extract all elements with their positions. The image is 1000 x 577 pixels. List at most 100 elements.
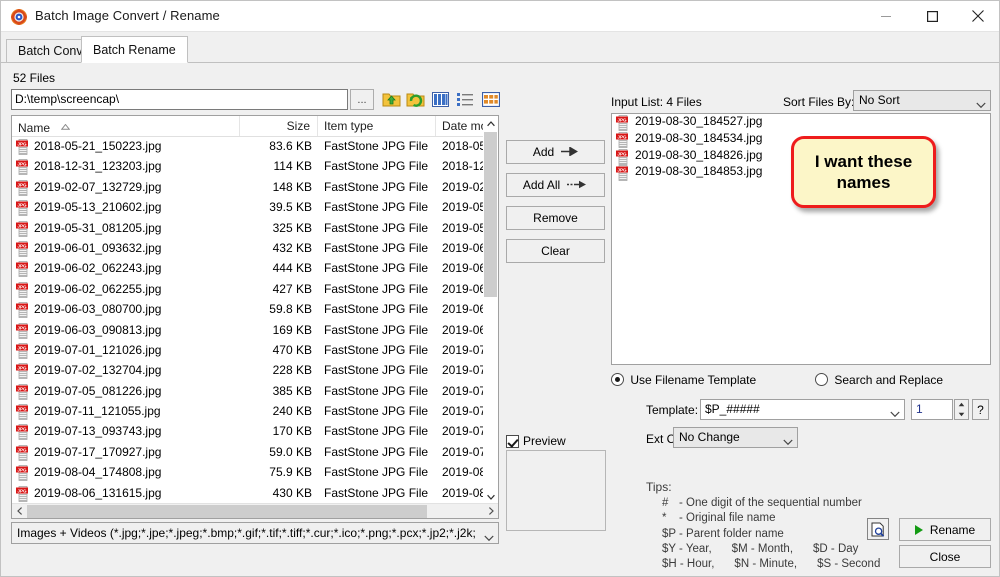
table-row[interactable]: JPG 2019-06-02_062243.jpg 444 KB FastStone … bbox=[12, 259, 498, 279]
svg-text:JPG: JPG bbox=[17, 345, 27, 350]
files-count-label: 52 Files bbox=[13, 71, 56, 85]
preview-checkbox[interactable]: Preview bbox=[506, 434, 566, 448]
jpg-file-icon: JPG bbox=[616, 115, 630, 131]
file-type-cell: FastStone JPG File bbox=[324, 240, 429, 255]
table-row[interactable]: JPG 2019-05-13_210602.jpg 39.5 KB FastStone… bbox=[12, 198, 498, 218]
jpg-file-icon: JPG bbox=[616, 165, 630, 182]
table-row[interactable]: JPG 2019-05-31_081205.jpg 325 KB FastStone … bbox=[12, 219, 498, 239]
vertical-scroll-thumb[interactable] bbox=[484, 132, 497, 297]
maximize-button[interactable] bbox=[909, 1, 955, 31]
sort-files-by-value: No Sort bbox=[859, 93, 900, 107]
jpg-file-icon: JPG bbox=[16, 383, 30, 400]
preview-checkbox-label: Preview bbox=[523, 434, 566, 448]
clear-button[interactable]: Clear bbox=[506, 239, 605, 263]
close-window-button[interactable] bbox=[955, 1, 999, 31]
details-view-icon[interactable] bbox=[454, 88, 477, 111]
tip-row: * - Original file name bbox=[662, 512, 776, 525]
thumbnail-view-icon[interactable] bbox=[479, 88, 502, 111]
chevron-down-icon bbox=[783, 433, 793, 452]
browse-folder-button[interactable]: ... bbox=[350, 89, 374, 110]
jpg-file-icon: JPG bbox=[16, 404, 30, 420]
file-browser-list[interactable]: Name Size Item type Date mod JPG 2018-05-… bbox=[11, 115, 499, 519]
table-row[interactable]: JPG 2019-07-02_132704.jpg 228 KB FastStone … bbox=[12, 361, 498, 381]
scroll-up-icon[interactable] bbox=[483, 116, 498, 131]
jpg-file-icon: JPG bbox=[616, 131, 630, 148]
file-type-filter-select[interactable]: Images + Videos (*.jpg;*.jpe;*.jpeg;*.bm… bbox=[11, 522, 499, 544]
table-row[interactable]: JPG 2019-08-06_131615.jpg 430 KB FastStone … bbox=[12, 484, 498, 504]
template-help-label: ? bbox=[977, 402, 984, 417]
file-name-cell: 2019-07-13_093743.jpg bbox=[34, 424, 162, 439]
close-dialog-label: Close bbox=[929, 549, 961, 564]
table-row[interactable]: JPG 2018-05-21_150223.jpg 83.6 KB FastStone… bbox=[12, 137, 498, 157]
file-name-cell: 2019-02-07_132729.jpg bbox=[34, 179, 162, 194]
arrow-right-icon bbox=[561, 145, 579, 159]
start-counter-input[interactable]: 1 bbox=[911, 399, 953, 420]
table-row[interactable]: JPG 2019-07-17_170927.jpg 59.0 KB FastStone… bbox=[12, 443, 498, 463]
chevron-down-icon bbox=[484, 528, 494, 543]
column-header-size-label: Size bbox=[286, 119, 310, 133]
add-all-button[interactable]: Add All bbox=[506, 173, 605, 197]
tab-batch-rename[interactable]: Batch Rename bbox=[81, 36, 188, 63]
table-row[interactable]: JPG 2019-07-05_081226.jpg 385 KB FastStone … bbox=[12, 382, 498, 402]
table-row[interactable]: JPG 2019-06-03_080700.jpg 59.8 KB FastStone… bbox=[12, 300, 498, 320]
counter-spinner[interactable] bbox=[954, 399, 969, 420]
refresh-folder-icon[interactable] bbox=[404, 88, 427, 111]
spinner-down-icon[interactable] bbox=[955, 410, 968, 420]
template-help-button[interactable]: ? bbox=[972, 399, 989, 420]
file-type-cell: FastStone JPG File bbox=[324, 444, 429, 459]
scroll-down-icon[interactable] bbox=[483, 489, 498, 504]
minimize-button[interactable] bbox=[863, 1, 909, 31]
table-row[interactable]: JPG 2019-02-07_132729.jpg 148 KB FastStone … bbox=[12, 178, 498, 198]
add-button[interactable]: Add bbox=[506, 140, 605, 164]
column-header-item-type[interactable]: Item type bbox=[318, 116, 436, 136]
ext-case-select[interactable]: No Change bbox=[673, 427, 798, 448]
file-name-cell: 2019-05-13_210602.jpg bbox=[34, 200, 162, 215]
template-combobox[interactable]: $P_##### bbox=[700, 399, 905, 420]
table-row[interactable]: JPG 2019-06-02_062255.jpg 427 KB FastStone … bbox=[12, 280, 498, 300]
preview-rename-button[interactable] bbox=[867, 518, 889, 540]
tips-list: # - One digit of the sequential number * - … bbox=[662, 496, 880, 572]
table-row[interactable]: JPG 2019-07-01_121026.jpg 470 KB FastStone … bbox=[12, 341, 498, 361]
scroll-left-icon[interactable] bbox=[12, 504, 27, 518]
tab-batch-rename-label: Batch Rename bbox=[93, 43, 176, 57]
table-row[interactable]: JPG 2019-06-01_093632.jpg 432 KB FastStone … bbox=[12, 239, 498, 259]
file-name-cell: 2018-12-31_123203.jpg bbox=[34, 159, 162, 174]
table-row[interactable]: JPG 2019-07-13_093743.jpg 170 KB FastStone … bbox=[12, 422, 498, 442]
horizontal-scroll-thumb[interactable] bbox=[27, 505, 427, 518]
remove-button[interactable]: Remove bbox=[506, 206, 605, 230]
folder-up-icon[interactable] bbox=[380, 88, 403, 111]
radio-use-filename-template[interactable]: Use Filename Template bbox=[611, 373, 756, 387]
file-list-rows[interactable]: JPG 2018-05-21_150223.jpg 83.6 KB FastStone… bbox=[12, 137, 498, 504]
template-value: $P_##### bbox=[705, 402, 760, 416]
input-file-name: 2019-08-30_184534.jpg bbox=[635, 130, 763, 145]
radio-search-and-replace[interactable]: Search and Replace bbox=[815, 373, 943, 387]
rename-button[interactable]: Rename bbox=[899, 518, 991, 541]
file-name-cell: 2019-07-02_132704.jpg bbox=[34, 363, 162, 378]
scroll-right-icon[interactable] bbox=[483, 504, 498, 518]
ext-case-value: No Change bbox=[679, 430, 740, 444]
spinner-up-icon[interactable] bbox=[955, 400, 968, 410]
list-view-icon[interactable] bbox=[429, 88, 452, 111]
close-dialog-button[interactable]: Close bbox=[899, 545, 991, 568]
file-size-cell: 83.6 KB bbox=[269, 139, 312, 153]
table-row[interactable]: JPG 2019-08-04_174808.jpg 75.9 KB FastStone… bbox=[12, 463, 498, 483]
file-name-cell: 2019-06-03_090813.jpg bbox=[34, 322, 162, 337]
sort-files-by-select[interactable]: No Sort bbox=[853, 90, 991, 111]
window-title: Batch Image Convert / Rename bbox=[35, 8, 220, 23]
list-item[interactable]: JPG 2019-08-30_184527.jpg bbox=[612, 114, 990, 131]
tab-strip: Batch Convert Batch Rename bbox=[1, 32, 999, 63]
table-row[interactable]: JPG 2018-12-31_123203.jpg 114 KB FastStone … bbox=[12, 157, 498, 177]
folder-path-input[interactable]: D:\temp\screencap\ bbox=[11, 89, 348, 110]
remove-button-label: Remove bbox=[533, 211, 578, 225]
tip-token-row: $H - Hour, $N - Minute, $S - Second bbox=[662, 558, 881, 571]
column-header-size[interactable]: Size bbox=[240, 116, 318, 136]
folder-path-value: D:\temp\screencap\ bbox=[15, 92, 120, 106]
file-type-cell: FastStone JPG File bbox=[324, 404, 429, 419]
sort-files-by-label: Sort Files By: bbox=[783, 95, 855, 109]
file-list-vertical-scrollbar[interactable] bbox=[483, 116, 498, 504]
table-row[interactable]: JPG 2019-06-03_090813.jpg 169 KB FastStone … bbox=[12, 321, 498, 341]
column-header-name[interactable]: Name bbox=[12, 116, 240, 136]
file-list-horizontal-scrollbar[interactable] bbox=[12, 503, 498, 518]
file-name-cell: 2019-07-17_170927.jpg bbox=[34, 444, 162, 459]
table-row[interactable]: JPG 2019-07-11_121055.jpg 240 KB FastStone … bbox=[12, 402, 498, 422]
